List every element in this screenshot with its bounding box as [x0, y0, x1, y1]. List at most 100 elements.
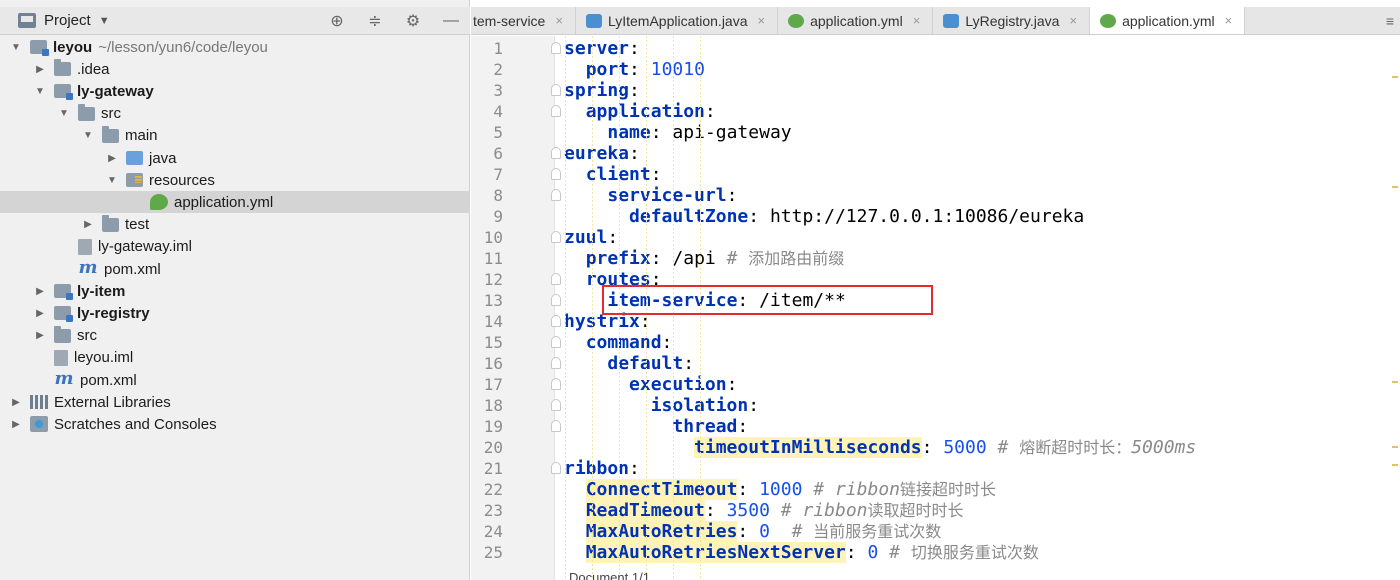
scroll-marker[interactable] [1392, 446, 1398, 448]
code-line[interactable]: execution: [564, 374, 737, 395]
tree-item[interactable]: ▶ ly-registry [0, 302, 470, 324]
iml-icon [54, 349, 68, 366]
fold-marker-icon[interactable] [551, 420, 561, 432]
chevron-down-icon[interactable]: ▼ [82, 130, 94, 141]
tree-item[interactable]: ▼ src [0, 103, 470, 125]
tree-item[interactable]: ▶ .idea [0, 58, 470, 80]
code-line[interactable]: isolation: [564, 395, 759, 416]
fold-marker-icon[interactable] [551, 336, 561, 348]
chevron-right-icon[interactable]: ▶ [10, 397, 22, 408]
chevron-right-icon[interactable]: ▶ [106, 153, 118, 164]
scroll-marker[interactable] [1392, 464, 1398, 466]
line-number: 21 [483, 459, 503, 478]
editor-tab[interactable]: application.yml × [1090, 7, 1246, 34]
fold-marker-icon[interactable] [551, 357, 561, 369]
tree-item[interactable]: ▶ java [0, 147, 470, 169]
chevron-right-icon[interactable]: ▶ [34, 330, 46, 341]
code-line[interactable]: spring: [564, 80, 640, 101]
code-line[interactable]: ConnectTimeout: 1000 # ribbon链接超时时长 [564, 479, 996, 500]
code-line[interactable]: name: api-gateway [564, 122, 791, 143]
line-number: 9 [493, 207, 503, 226]
close-icon[interactable]: × [758, 13, 766, 28]
code-line[interactable]: application: [564, 101, 716, 122]
fold-marker-icon[interactable] [551, 378, 561, 390]
locate-target-icon[interactable]: ⊕ [318, 11, 356, 31]
scroll-marker[interactable] [1392, 76, 1398, 78]
code-token: : [629, 59, 651, 80]
code-line[interactable]: MaxAutoRetries: 0 # 当前服务重试次数 [564, 521, 941, 542]
fold-marker-icon[interactable] [551, 168, 561, 180]
tree-item[interactable]: ▶ ly-item [0, 280, 470, 302]
fold-marker-icon[interactable] [551, 315, 561, 327]
tree-item[interactable]: ▼ main [0, 125, 470, 147]
chevron-right-icon[interactable]: ▶ [34, 308, 46, 319]
fold-marker-icon[interactable] [551, 462, 561, 474]
fold-marker-icon[interactable] [551, 105, 561, 117]
editor-tab[interactable]: tem-service × [471, 7, 576, 34]
tree-item[interactable]: ▶ External Libraries [0, 391, 470, 413]
gear-icon[interactable]: ⚙ [394, 11, 432, 31]
tree-item[interactable]: ▶mpom.xml [0, 258, 470, 280]
chevron-right-icon[interactable]: ▶ [34, 286, 46, 297]
collapse-all-icon[interactable]: ≑ [356, 11, 394, 31]
tree-item[interactable]: ▼ ly-gateway [0, 80, 470, 102]
code-token: # [726, 248, 749, 269]
code-line[interactable]: prefix: /api # 添加路由前缀 [564, 248, 845, 269]
tree-item[interactable]: ▼ leyou ~/lesson/yun6/code/leyou [0, 36, 470, 58]
hide-panel-icon[interactable]: — [432, 12, 470, 30]
chevron-down-icon[interactable]: ▼ [106, 175, 118, 186]
code-line[interactable]: ReadTimeout: 3500 # ribbon读取超时时长 [564, 500, 964, 521]
editor-tab[interactable]: LyRegistry.java × [933, 7, 1091, 34]
tab-list-icon[interactable]: ≡ [1380, 7, 1400, 34]
tree-item[interactable]: ▶ test [0, 214, 470, 236]
fold-marker-icon[interactable] [551, 189, 561, 201]
close-icon[interactable]: × [555, 13, 563, 28]
fold-marker-icon[interactable] [551, 231, 561, 243]
tree-item[interactable]: ▶ly-gateway.iml [0, 236, 470, 258]
tab-label: LyRegistry.java [965, 12, 1060, 29]
fold-marker-icon[interactable] [551, 399, 561, 411]
fold-marker-icon[interactable] [551, 42, 561, 54]
code-token: : [737, 521, 760, 542]
chevron-down-icon[interactable]: ▼ [10, 42, 22, 53]
code-line[interactable]: default: [564, 353, 694, 374]
editor-tab[interactable]: application.yml × [778, 7, 934, 34]
close-icon[interactable]: × [913, 13, 921, 28]
chevron-right-icon[interactable]: ▶ [34, 64, 46, 75]
code-token: 链接超时时长 [900, 480, 997, 499]
chevron-right-icon[interactable]: ▶ [82, 219, 94, 230]
tree-item[interactable]: ▶leyou.iml [0, 347, 470, 369]
fold-marker-icon[interactable] [551, 294, 561, 306]
code-line[interactable]: service-url: [564, 185, 737, 206]
chevron-right-icon[interactable]: ▶ [10, 419, 22, 430]
fold-marker-icon[interactable] [551, 147, 561, 159]
scroll-marker[interactable] [1392, 381, 1398, 383]
fold-marker-icon[interactable] [551, 273, 561, 285]
tree-item[interactable]: ▶ src [0, 325, 470, 347]
scrollbar-markers[interactable] [1390, 36, 1400, 580]
chevron-down-icon[interactable]: ▼ [34, 86, 46, 97]
code-line[interactable]: ribbon: [564, 458, 640, 479]
code-line[interactable]: MaxAutoRetriesNextServer: 0 # 切换服务重试次数 [564, 542, 1039, 563]
code-line[interactable]: timeoutInMilliseconds: 5000 # 熔断超时时长：500… [564, 437, 1196, 458]
tree-item[interactable]: ▼ resources [0, 169, 470, 191]
project-panel-title[interactable]: Project [44, 12, 91, 29]
code-token: : [737, 479, 760, 500]
scroll-marker[interactable] [1392, 186, 1398, 188]
project-panel-header[interactable]: Project ▼ ⊕ ≑ ⚙ — [0, 7, 470, 35]
code-line[interactable]: server: [564, 38, 640, 59]
editor-tab[interactable]: LyItemApplication.java × [576, 7, 779, 34]
fold-marker-icon[interactable] [551, 84, 561, 96]
code-line[interactable]: port: 10010 [564, 59, 705, 80]
tree-item[interactable]: ▶application.yml [0, 191, 470, 214]
tree-item[interactable]: ▶ Scratches and Consoles [0, 413, 470, 435]
chevron-down-icon[interactable]: ▼ [58, 108, 70, 119]
code-token: timeoutInMilliseconds [694, 437, 922, 458]
code-line[interactable]: eureka: [564, 143, 640, 164]
tree-item[interactable]: ▶mpom.xml [0, 369, 470, 391]
close-icon[interactable]: × [1069, 13, 1077, 28]
code-line[interactable]: defaultZone: http://127.0.0.1:10086/eure… [564, 206, 1084, 227]
code-token: # [878, 542, 911, 563]
close-icon[interactable]: × [1225, 13, 1233, 28]
chevron-down-icon[interactable]: ▼ [99, 15, 110, 27]
